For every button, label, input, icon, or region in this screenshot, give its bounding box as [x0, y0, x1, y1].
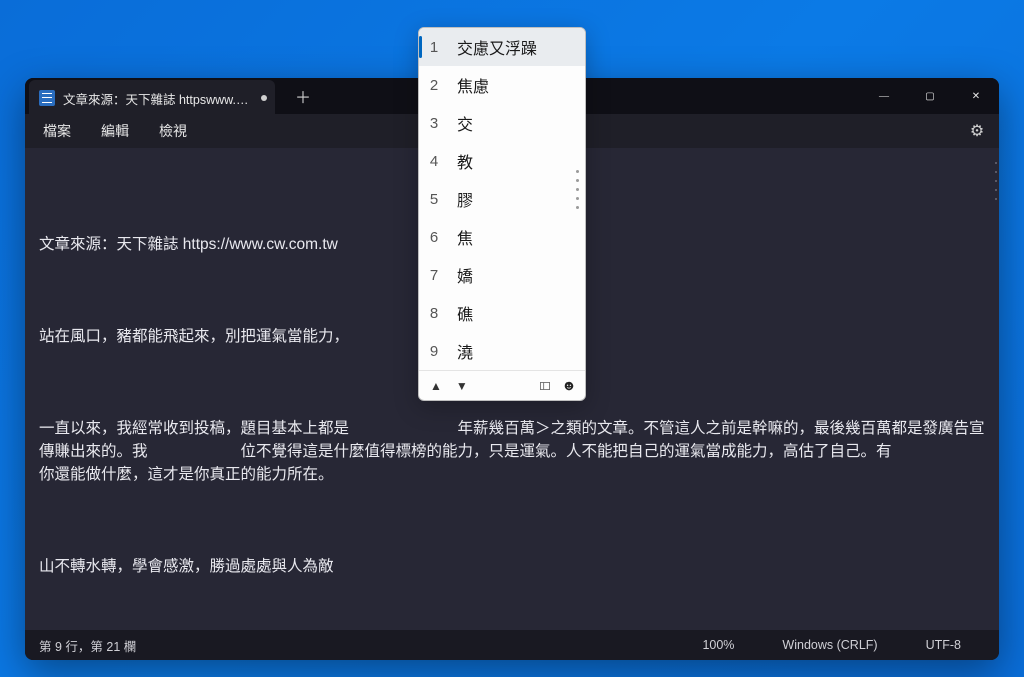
settings-button[interactable]: ⚙ [961, 115, 993, 147]
ime-candidate-number: 4 [425, 153, 443, 170]
ime-candidate-text: 礁 [457, 301, 575, 325]
ime-candidate-number: 9 [425, 343, 443, 360]
ime-candidate-text: 教 [457, 149, 575, 173]
menu-edit[interactable]: 編輯 [89, 117, 141, 145]
minimize-button[interactable]: — [861, 78, 907, 114]
ime-candidate-number: 8 [425, 305, 443, 322]
emoji-icon [564, 379, 574, 393]
ime-candidate[interactable]: 4 教 [419, 142, 585, 180]
ime-candidate-text: 交慮又浮躁 [457, 35, 575, 59]
minimize-icon: — [879, 91, 889, 102]
minimap-dots-icon [995, 162, 997, 200]
ime-candidate-text: 交 [457, 111, 575, 135]
ime-candidate-number: 3 [425, 115, 443, 132]
ime-candidate-text: 膠 [457, 187, 575, 211]
maximize-icon: ▢ [925, 91, 934, 102]
ime-candidate-text: 焦 [457, 225, 575, 249]
status-zoom[interactable]: 100% [678, 638, 758, 652]
ime-candidate[interactable]: 9 澆 [419, 332, 585, 370]
close-button[interactable]: ✕ [953, 78, 999, 114]
status-line-ending[interactable]: Windows (CRLF) [758, 638, 901, 652]
paragraph: 一直以來，我經常收到投稿，題目基本上都是＜我如何從月薪年薪幾百萬＞之類的文章。不… [39, 417, 985, 486]
document-tab[interactable]: 文章來源：天下雜誌 httpswww.cw.c [29, 80, 275, 116]
ime-candidate-number: 2 [425, 77, 443, 94]
ime-emoji-button[interactable] [561, 379, 577, 393]
ime-candidate-text: 澆 [457, 339, 575, 363]
ime-expand-button[interactable] [537, 379, 553, 393]
ime-candidate-number: 5 [425, 191, 443, 208]
ime-candidate[interactable]: 1 交慮又浮躁 [419, 28, 585, 66]
expand-icon [540, 380, 550, 392]
ime-candidate[interactable]: 7 嬌 [419, 256, 585, 294]
new-tab-button[interactable]: ＋ [287, 80, 319, 112]
ime-candidate-text: 焦慮 [457, 73, 575, 97]
ime-candidate[interactable]: 6 焦 [419, 218, 585, 256]
menu-view[interactable]: 檢視 [147, 117, 199, 145]
menu-file[interactable]: 檔案 [31, 117, 83, 145]
tab-title: 文章來源：天下雜誌 httpswww.cw.c [63, 89, 253, 108]
ime-candidate-number: 6 [425, 229, 443, 246]
ime-scroll-dots-icon [576, 170, 579, 209]
ime-toolbar: ▲ ▼ [419, 370, 585, 400]
close-icon: ✕ [972, 91, 980, 102]
ime-prev-page-button[interactable]: ▲ [427, 377, 445, 395]
ime-candidate[interactable]: 2 焦慮 [419, 66, 585, 104]
ime-candidate[interactable]: 5 膠 [419, 180, 585, 218]
ime-next-page-button[interactable]: ▼ [453, 377, 471, 395]
ime-candidate-number: 1 [425, 39, 443, 56]
statusbar: 第 9 行，第 21 欄 100% Windows (CRLF) UTF-8 [25, 630, 999, 660]
maximize-button[interactable]: ▢ [907, 78, 953, 114]
status-encoding[interactable]: UTF-8 [902, 638, 985, 652]
gear-icon: ⚙ [970, 121, 984, 141]
ime-candidate[interactable]: 3 交 [419, 104, 585, 142]
ime-candidate-number: 7 [425, 267, 443, 284]
unsaved-indicator-icon [261, 95, 267, 101]
status-caret-position: 第 9 行，第 21 欄 [39, 636, 678, 655]
ime-candidate-text: 嬌 [457, 263, 575, 287]
ime-candidate-window: 1 交慮又浮躁 2 焦慮 3 交 4 教 5 膠 6 焦 7 嬌 8 礁 9 澆… [418, 27, 586, 401]
document-icon [39, 90, 55, 106]
paragraph: 山不轉水轉，學會感激，勝過處處與人為敵 [39, 555, 985, 578]
ime-candidate[interactable]: 8 礁 [419, 294, 585, 332]
